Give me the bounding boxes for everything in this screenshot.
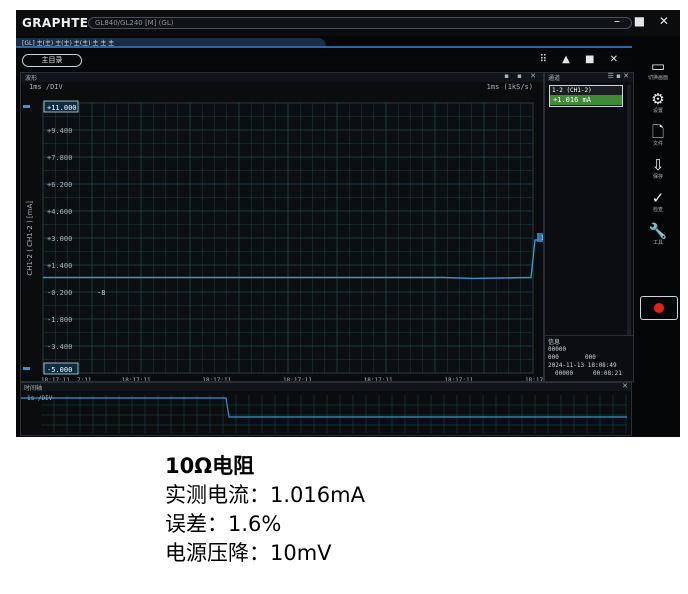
bottom-scale-marker-handle[interactable] — [23, 367, 30, 370]
y-tick-label: -3.400 — [47, 343, 72, 351]
scrollbar[interactable] — [627, 85, 631, 335]
x-tick-time: 18:17:11 — [122, 377, 151, 381]
save-button[interactable]: ⇩ 保存 — [636, 157, 680, 180]
caption-current: 实测电流：1.016mA — [165, 483, 365, 507]
display-icon: ▭ — [650, 57, 666, 75]
y-tick-label: +7.800 — [47, 154, 72, 162]
info-row-4a: 00000 — [555, 370, 574, 377]
toolbar-icons[interactable]: ⠿ ▲ ■ ✕ — [540, 54, 624, 65]
recorder-app-window: GRAPHTEC GL840/GL240 [M] (GL) – ■ ✕ [GL]… — [16, 10, 680, 437]
x-tick-time: 18:17:11 — [364, 377, 393, 381]
overview-panel: 时间轴 ✕ 1s /DIV — [20, 382, 632, 436]
x-tick-time: 18:17:11 — [525, 377, 543, 381]
info-row-2b: 000 — [585, 354, 596, 361]
record-icon — [654, 303, 664, 313]
display-label: 切换画面 — [647, 75, 668, 81]
check-icon: ✓ — [651, 189, 665, 207]
info-datetime: 2024-11-13 18:08:49 — [548, 362, 617, 369]
record-button[interactable] — [640, 296, 678, 320]
close-icon[interactable]: ✕ — [622, 382, 628, 390]
gear-button[interactable]: ⚙ 设置 — [636, 91, 680, 114]
save-icon: ⇩ — [651, 156, 665, 174]
y-tick-label: -0.200 — [47, 289, 72, 297]
overview-panel-header: 时间轴 ✕ — [21, 382, 631, 392]
overview-trace — [21, 397, 627, 418]
info-row-1: 00000 — [548, 346, 567, 353]
caption-error: 误差：1.6% — [165, 512, 282, 536]
y-tick-label: +4.600 — [47, 208, 72, 216]
info-panel: 信息 00000 000 000 2024-11-13 18:08:49 000… — [545, 335, 633, 382]
y-tick-label: +9.400 — [47, 127, 72, 135]
caption-voltage-drop: 电源压降：10mV — [165, 541, 332, 565]
display-button[interactable]: ▭ 切换画面 — [636, 58, 680, 81]
caption-title: 10Ω电阻 — [165, 454, 255, 478]
right-sidebar: ▭ 切换画面 ⚙ 设置 🗋 文件 ⇩ 保存 ✓ 检查 🔧 工具 — [636, 48, 680, 437]
wrench-icon: 🔧 — [648, 222, 668, 240]
check-button[interactable]: ✓ 检查 — [636, 190, 680, 213]
channel-panel-header: 通道 ☰ ▪ ✕ — [545, 72, 633, 82]
gear-icon: ⚙ — [651, 90, 665, 108]
title-bar: GRAPHTEC GL840/GL240 [M] (GL) – ■ ✕ — [16, 10, 680, 36]
y-tick-label: +3.000 — [47, 235, 72, 243]
y-tick-label: +6.200 — [47, 181, 72, 189]
x-tick-extra: 7:11 — [77, 377, 92, 381]
channel-panel: 通道 ☰ ▪ ✕ 1-2 (CH1-2) +1.016 mA 信息 00000 … — [544, 72, 634, 382]
toolbar: 主目录 ⠿ ▲ ■ ✕ — [16, 50, 632, 70]
waveform-panel: 波形 ▪ ▪ ✕ 1ms /DIV 1ms (1kS/s) CH1-2 ( CH… — [20, 72, 544, 382]
file-label: 文件 — [652, 141, 663, 147]
channel-value: +1.016 mA — [550, 95, 622, 105]
top-scale-marker: +11.000 — [47, 104, 77, 112]
wrench-button[interactable]: 🔧 工具 — [636, 223, 680, 246]
x-tick-time: 18:17:11 — [283, 377, 312, 381]
home-button[interactable]: 主目录 — [22, 54, 82, 67]
info-panel-title: 信息 — [548, 339, 561, 346]
x-tick-time: 18:17:11 — [202, 377, 231, 381]
file-button[interactable]: 🗋 文件 — [636, 124, 680, 147]
channel-marker-label: 1 — [541, 235, 543, 242]
top-scale-marker-handle[interactable] — [23, 105, 30, 108]
gear-label: 设置 — [652, 108, 663, 114]
overview-scale: 1s /DIV — [27, 395, 53, 402]
brand-logo: GRAPHTEC — [22, 16, 98, 30]
channel-name: 1-2 (CH1-2) — [552, 87, 592, 94]
tab-strip[interactable]: [GL] 主(主) 主(主) 主(主) 主 主 主 — [16, 38, 326, 47]
info-row-4b: 00:08:21 — [593, 370, 622, 377]
y-tick-label: +1.400 — [47, 262, 72, 270]
channel-readout[interactable]: 1-2 (CH1-2) +1.016 mA — [549, 85, 623, 107]
file-path-field[interactable]: GL840/GL240 [M] (GL) — [88, 17, 632, 29]
channel-panel-title: 通道 — [548, 75, 561, 82]
close-icon[interactable]: ☰ ▪ ✕ — [608, 72, 629, 80]
bottom-scale-marker: -5.000 — [47, 366, 72, 374]
overview-plot[interactable]: 1s /DIV — [21, 391, 631, 435]
x-tick-time: 18:17:11 — [41, 377, 70, 381]
check-label: 检查 — [652, 207, 663, 213]
inline-label: -8 — [97, 289, 105, 297]
info-row-2a: 000 — [548, 354, 559, 361]
y-tick-label: -1.800 — [47, 316, 72, 324]
window-controls[interactable]: – ■ ✕ — [614, 14, 674, 28]
waveform-plot[interactable]: +9.400 +7.800 +6.200 +4.600 +3.000 +1.400 -0.2… — [21, 73, 543, 381]
save-label: 保存 — [652, 174, 663, 180]
file-icon: 🗋 — [651, 123, 665, 141]
wrench-label: 工具 — [652, 240, 663, 246]
x-tick-time: 18:17:11 — [444, 377, 473, 381]
caption: 10Ω电阻 实测电流：1.016mA 误差：1.6% 电源压降：10mV — [165, 452, 365, 568]
divider — [16, 46, 632, 48]
